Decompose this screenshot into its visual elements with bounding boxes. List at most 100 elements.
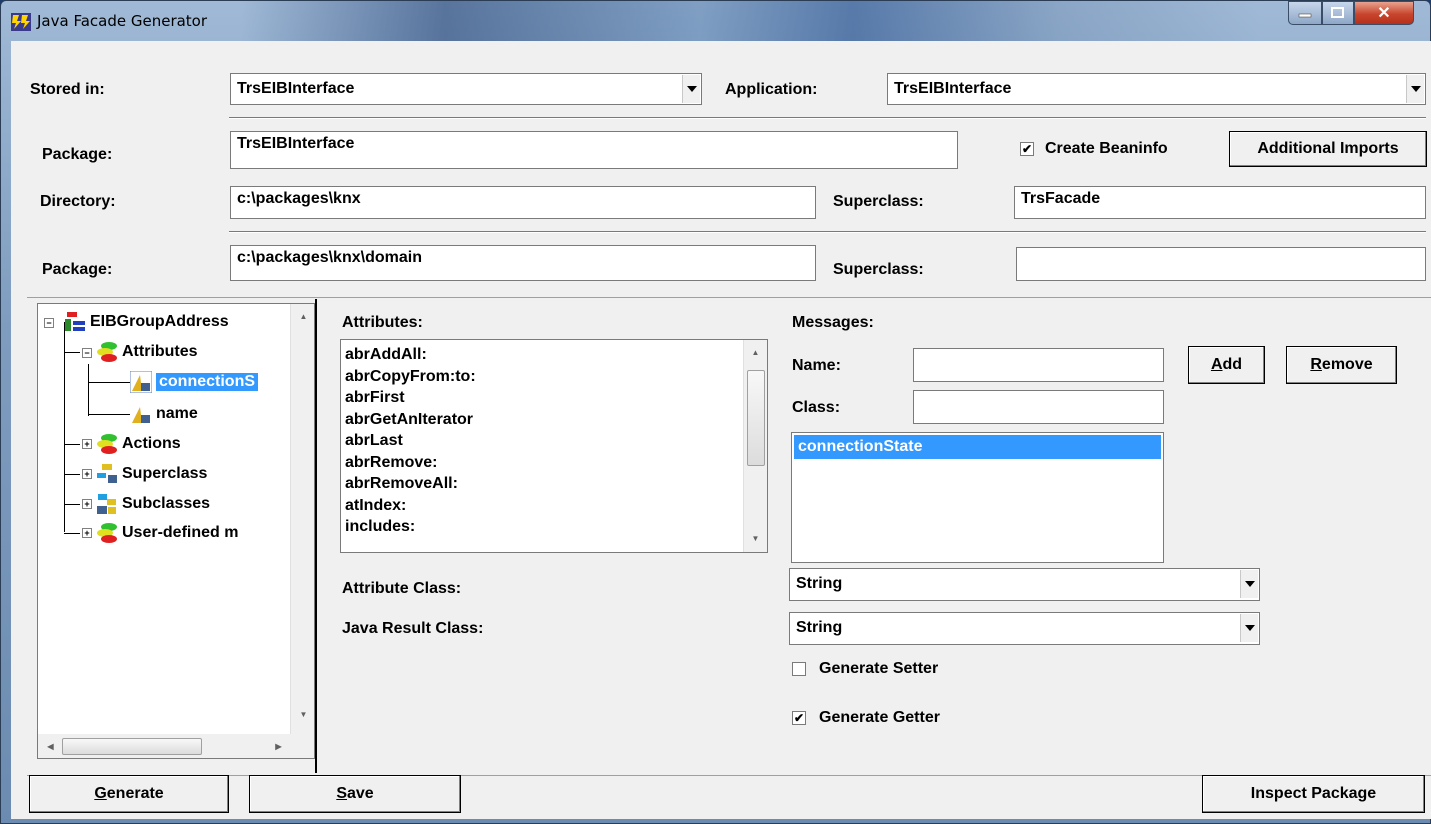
expand-toggle[interactable]: +: [82, 528, 92, 538]
generate-button[interactable]: Generate: [29, 775, 229, 813]
tree-line: [88, 414, 130, 415]
tree-line: [64, 322, 65, 532]
scroll-left-icon[interactable]: ◀: [42, 738, 59, 755]
minimize-icon: [1298, 13, 1312, 18]
messages-list[interactable]: connectionState: [791, 432, 1164, 563]
tree-node-root[interactable]: EIBGroupAddress: [64, 310, 229, 334]
application-label: Application:: [725, 81, 818, 98]
tree-line: [64, 444, 80, 445]
tree-line: [64, 504, 80, 505]
expand-toggle[interactable]: +: [82, 499, 92, 509]
chevron-down-icon[interactable]: [1240, 570, 1258, 598]
collapse-toggle[interactable]: −: [44, 318, 54, 328]
class-label: Class:: [792, 399, 841, 416]
list-item[interactable]: abrRemoveAll:: [341, 473, 767, 495]
create-beaninfo-checkbox[interactable]: ✔: [1020, 142, 1034, 156]
list-item[interactable]: abrLast: [341, 430, 767, 452]
application-dropdown[interactable]: TrsEIBInterface: [887, 73, 1426, 105]
add-accelerator: A: [1210, 356, 1223, 373]
list-item[interactable]: atIndex:: [341, 495, 767, 517]
tree-horizontal-scrollbar[interactable]: ◀ ▶: [38, 734, 314, 758]
list-item[interactable]: abrFirst: [341, 387, 767, 409]
java-result-class-dropdown[interactable]: String: [789, 612, 1260, 645]
package-path-input[interactable]: c:\packages\knx\domain: [230, 245, 816, 281]
save-button[interactable]: Save: [249, 775, 461, 813]
tree-node-label: EIBGroupAddress: [90, 313, 229, 330]
superclass-input-2[interactable]: [1016, 247, 1426, 281]
scroll-down-icon[interactable]: ▼: [747, 530, 764, 547]
title-bar-background: [241, 1, 1261, 41]
add-button-label: dd: [1222, 356, 1243, 373]
message-class-input[interactable]: [913, 390, 1164, 424]
tree-node-attribute[interactable]: connectionS: [130, 370, 259, 394]
application-value: TrsEIBInterface: [894, 80, 1012, 97]
tree-node-label: User-defined m: [122, 524, 239, 541]
chevron-down-icon[interactable]: [1240, 614, 1258, 642]
tree-node-actions[interactable]: Actions: [96, 432, 181, 456]
save-button-label: ave: [346, 785, 374, 802]
generate-getter-checkbox[interactable]: ✔: [792, 711, 806, 725]
application-window: Java Facade Generator ✕ Stored in: TrsEI…: [0, 0, 1431, 824]
package-input[interactable]: TrsEIBInterface: [230, 131, 958, 169]
list-item[interactable]: includes:: [341, 516, 767, 538]
tree-node-label: name: [156, 405, 198, 422]
directory-input[interactable]: c:\packages\knx: [230, 186, 816, 219]
list-item[interactable]: abrAddAll:: [341, 344, 767, 366]
scroll-up-icon[interactable]: ▲: [295, 308, 312, 325]
scrollbar-thumb[interactable]: [747, 370, 765, 466]
tree-line: [88, 382, 130, 383]
tree-node-attribute[interactable]: name: [130, 402, 198, 426]
title-bar[interactable]: Java Facade Generator ✕: [1, 1, 1431, 41]
message-name-input[interactable]: [913, 348, 1164, 382]
class-tree[interactable]: − EIBGroupAddress − Attributes connectio…: [37, 303, 315, 759]
expand-toggle[interactable]: +: [82, 469, 92, 479]
inspect-package-button[interactable]: Inspect Package: [1202, 775, 1425, 813]
tree-vertical-scrollbar[interactable]: ▲ ▼: [290, 304, 314, 734]
tree-node-attributes[interactable]: Attributes: [96, 340, 198, 364]
attributes-list[interactable]: abrAddAll: abrCopyFrom:to: abrFirst abrG…: [340, 339, 768, 553]
superclass-input[interactable]: TrsFacade: [1014, 186, 1426, 219]
scroll-down-icon[interactable]: ▼: [295, 706, 312, 723]
add-button[interactable]: Add: [1188, 346, 1265, 384]
dialog-client-area: Stored in: TrsEIBInterface Application: …: [11, 41, 1431, 819]
maximize-icon: [1331, 7, 1344, 18]
chevron-down-icon[interactable]: [682, 75, 700, 103]
stored-in-dropdown[interactable]: TrsEIBInterface: [230, 73, 702, 105]
remove-button-label: emove: [1321, 356, 1373, 373]
minimize-button[interactable]: [1288, 1, 1322, 25]
list-item[interactable]: abrCopyFrom:to:: [341, 366, 767, 388]
tree-line: [64, 474, 80, 475]
hierarchy-icon: [97, 494, 116, 514]
additional-imports-button[interactable]: Additional Imports: [1229, 131, 1427, 167]
generate-setter-checkbox[interactable]: [792, 662, 806, 676]
scroll-right-icon[interactable]: ▶: [270, 738, 287, 755]
category-icon: [97, 342, 117, 362]
scrollbar-thumb[interactable]: [62, 738, 202, 755]
expand-toggle[interactable]: +: [82, 439, 92, 449]
attribute-icon: [130, 371, 152, 393]
tree-node-user-defined[interactable]: User-defined m: [96, 521, 238, 545]
java-result-class-label: Java Result Class:: [342, 620, 484, 637]
remove-button[interactable]: Remove: [1286, 346, 1397, 384]
list-item[interactable]: abrGetAnIterator: [341, 409, 767, 431]
tree-node-label: Actions: [122, 435, 181, 452]
close-button[interactable]: ✕: [1354, 1, 1414, 25]
splitter[interactable]: [315, 299, 317, 773]
attribute-class-dropdown[interactable]: String: [789, 568, 1260, 601]
package-label-2: Package:: [42, 261, 113, 278]
generate-setter-label: Generate Setter: [819, 660, 939, 677]
save-accelerator: S: [336, 785, 347, 802]
tree-node-superclass[interactable]: Superclass: [96, 462, 207, 486]
java-result-class-value: String: [796, 619, 843, 636]
maximize-button[interactable]: [1322, 1, 1354, 25]
list-item[interactable]: abrRemove:: [341, 452, 767, 474]
stored-in-label: Stored in:: [30, 81, 105, 98]
separator: [229, 231, 1426, 233]
tree-node-subclasses[interactable]: Subclasses: [96, 492, 210, 516]
chevron-down-icon[interactable]: [1406, 75, 1424, 103]
scroll-up-icon[interactable]: ▲: [747, 344, 764, 361]
attributes-label: Attributes:: [342, 314, 423, 331]
attributes-scrollbar[interactable]: ▲ ▼: [743, 340, 767, 552]
list-item-selected[interactable]: connectionState: [794, 435, 1161, 459]
collapse-toggle[interactable]: −: [82, 348, 92, 358]
